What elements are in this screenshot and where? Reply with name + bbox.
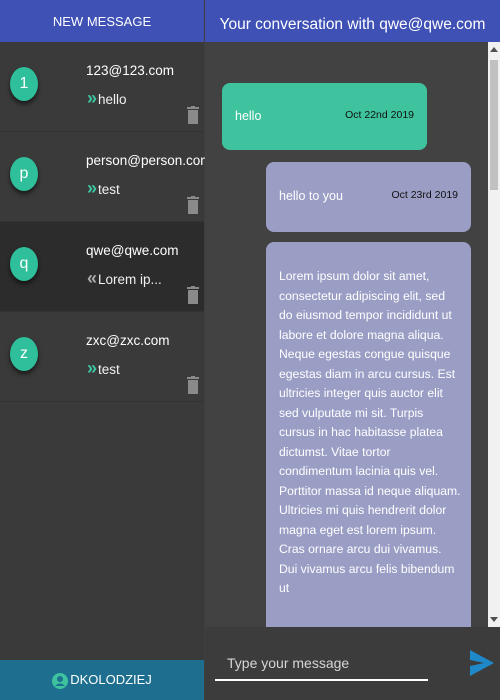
username: DKOLODZIEJ xyxy=(70,672,152,687)
preview-text: hello xyxy=(98,92,127,107)
conversation-item[interactable]: z zxc@zxc.com »test xyxy=(0,312,204,402)
conversation-item[interactable]: 1 123@123.com »hello xyxy=(0,42,204,132)
account-circle-icon xyxy=(52,672,69,689)
conversation-preview: »test xyxy=(87,178,120,199)
incoming-arrow-icon: « xyxy=(87,268,98,288)
message-text: hello xyxy=(235,109,262,123)
message-text: hello to you xyxy=(279,189,343,203)
message-date: Oct 23rd 2019 xyxy=(391,189,458,201)
outgoing-arrow-icon: » xyxy=(87,178,98,198)
message-bubble-incoming: hello to you Oct 23rd 2019 xyxy=(266,162,471,232)
trash-icon[interactable] xyxy=(187,376,199,394)
scroll-down-arrow-icon[interactable] xyxy=(490,617,498,622)
conversation-preview: »hello xyxy=(87,88,127,109)
conversation-email: 123@123.com xyxy=(86,63,175,78)
trash-icon[interactable] xyxy=(187,286,199,304)
trash-icon[interactable] xyxy=(187,196,199,214)
avatar: p xyxy=(10,157,38,191)
scrollbar-thumb[interactable] xyxy=(490,60,498,190)
preview-text: Lorem ip... xyxy=(98,272,162,287)
conversation-preview: «Lorem ip... xyxy=(87,268,162,289)
message-bubble-outgoing: hello Oct 22nd 2019 xyxy=(222,83,427,150)
new-message-button[interactable]: NEW MESSAGE xyxy=(0,0,204,42)
send-icon[interactable] xyxy=(470,650,494,676)
preview-text: test xyxy=(98,182,120,197)
message-composer xyxy=(205,627,500,700)
message-list[interactable]: hello Oct 22nd 2019 hello to you Oct 23r… xyxy=(205,42,488,627)
avatar: z xyxy=(10,337,38,371)
conversation-header: Your conversation with qwe@qwe.com xyxy=(205,0,500,42)
message-text: Lorem ipsum dolor sit amet, consectetur … xyxy=(279,269,461,595)
conversation-item-active[interactable]: q qwe@qwe.com «Lorem ip... xyxy=(0,222,204,312)
conversation-item[interactable]: p person@person.com »test xyxy=(0,132,212,222)
preview-text: test xyxy=(98,362,120,377)
message-date: Oct 22nd 2019 xyxy=(345,109,414,121)
scroll-up-arrow-icon[interactable] xyxy=(490,47,498,52)
avatar: q xyxy=(10,247,38,281)
current-user-bar[interactable]: DKOLODZIEJ xyxy=(0,660,204,700)
message-input[interactable] xyxy=(215,647,428,681)
trash-icon[interactable] xyxy=(187,106,199,124)
conversation-email: zxc@zxc.com xyxy=(86,333,170,348)
conversation-sidebar: NEW MESSAGE 1 123@123.com »hello p perso… xyxy=(0,0,212,700)
message-bubble-incoming: Lorem ipsum dolor sit amet, consectetur … xyxy=(266,242,471,627)
conversation-preview: »test xyxy=(87,358,120,379)
outgoing-arrow-icon: » xyxy=(87,88,98,108)
scrollbar[interactable] xyxy=(488,42,500,627)
avatar: 1 xyxy=(10,67,38,101)
conversation-email: qwe@qwe.com xyxy=(86,243,179,258)
conversation-email: person@person.com xyxy=(86,153,212,168)
outgoing-arrow-icon: » xyxy=(87,358,98,378)
